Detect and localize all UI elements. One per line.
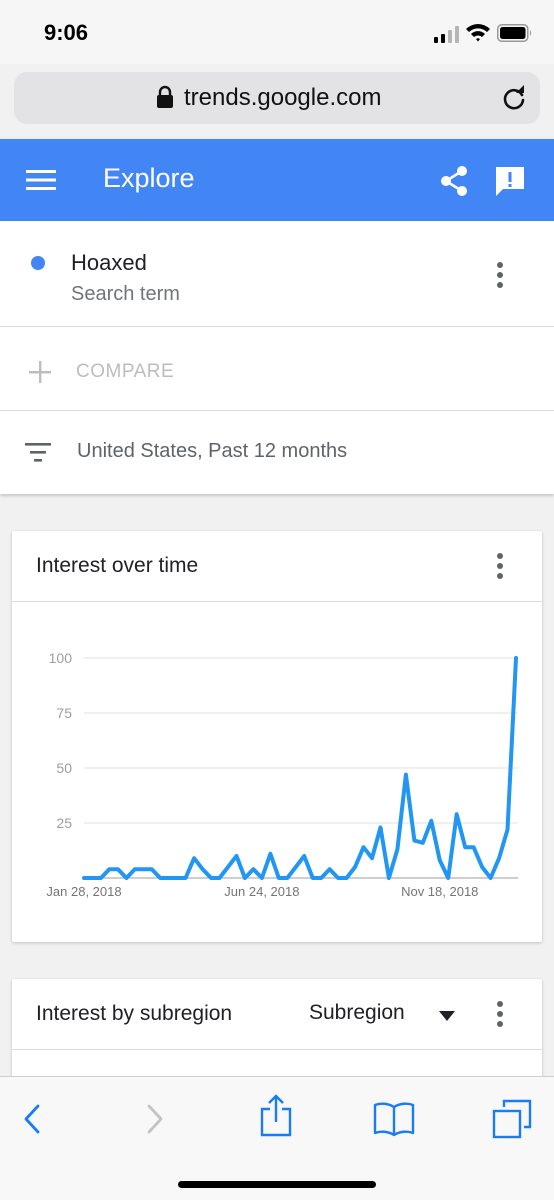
x-tick-label: Jan 28, 2018 (46, 884, 121, 899)
card-more-icon[interactable] (488, 552, 512, 582)
page-title: Explore (103, 163, 195, 193)
filter-icon[interactable] (25, 441, 51, 463)
y-tick-label: 25 (56, 815, 72, 831)
feedback-icon[interactable] (493, 164, 527, 198)
tabs-icon[interactable] (492, 1099, 532, 1139)
y-tick-label: 75 (56, 705, 72, 721)
x-tick-label: Jun 24, 2018 (224, 884, 299, 899)
forward-icon[interactable] (145, 1103, 165, 1135)
status-bar: 9:06 (0, 0, 554, 64)
card-title: Interest over time (36, 554, 199, 577)
filter-summary[interactable]: United States, Past 12 months (77, 440, 347, 463)
interest-line-chart: 100 75 50 25 Jan 28, 2018 Jun 24, 2018 Nov 18,… (46, 650, 518, 899)
search-panel: Hoaxed Search term COMPARE United States… (0, 221, 554, 494)
divider (0, 326, 554, 327)
bookmarks-icon[interactable] (373, 1101, 415, 1137)
divider (12, 1049, 542, 1050)
interest-over-time-card: Interest over time 100 75 50 25 Jan 28, 2018… (12, 531, 542, 942)
reload-icon[interactable] (500, 84, 528, 112)
share-sheet-icon[interactable] (259, 1093, 293, 1137)
search-term-type: Search term (71, 283, 180, 305)
card-title: Interest by subregion (36, 1002, 233, 1025)
y-tick-label: 50 (56, 760, 72, 776)
battery-icon (497, 24, 532, 42)
search-term-name[interactable]: Hoaxed (71, 250, 147, 276)
divider (12, 601, 542, 602)
term-more-icon[interactable] (488, 261, 512, 291)
url-text: trends.google.com (184, 84, 382, 111)
back-icon[interactable] (22, 1103, 42, 1135)
compare-button[interactable]: COMPARE (76, 361, 174, 383)
share-icon[interactable] (438, 165, 470, 197)
divider (0, 410, 554, 411)
y-tick-label: 100 (49, 650, 73, 666)
status-time: 9:06 (44, 20, 89, 45)
term-color-dot (31, 256, 45, 270)
card-more-icon[interactable] (488, 1000, 512, 1030)
cellular-signal-icon (434, 26, 459, 43)
lock-icon (157, 85, 173, 108)
x-tick-label: Nov 18, 2018 (401, 884, 478, 899)
wifi-icon (466, 24, 490, 42)
app-bar: Explore (0, 139, 554, 221)
dropdown-arrow-icon[interactable] (439, 1011, 455, 1021)
home-indicator (178, 1181, 376, 1188)
menu-icon[interactable] (26, 167, 56, 193)
address-bar[interactable]: trends.google.com (14, 72, 540, 124)
subregion-select[interactable]: Subregion (309, 1001, 405, 1025)
add-icon[interactable] (28, 360, 52, 384)
